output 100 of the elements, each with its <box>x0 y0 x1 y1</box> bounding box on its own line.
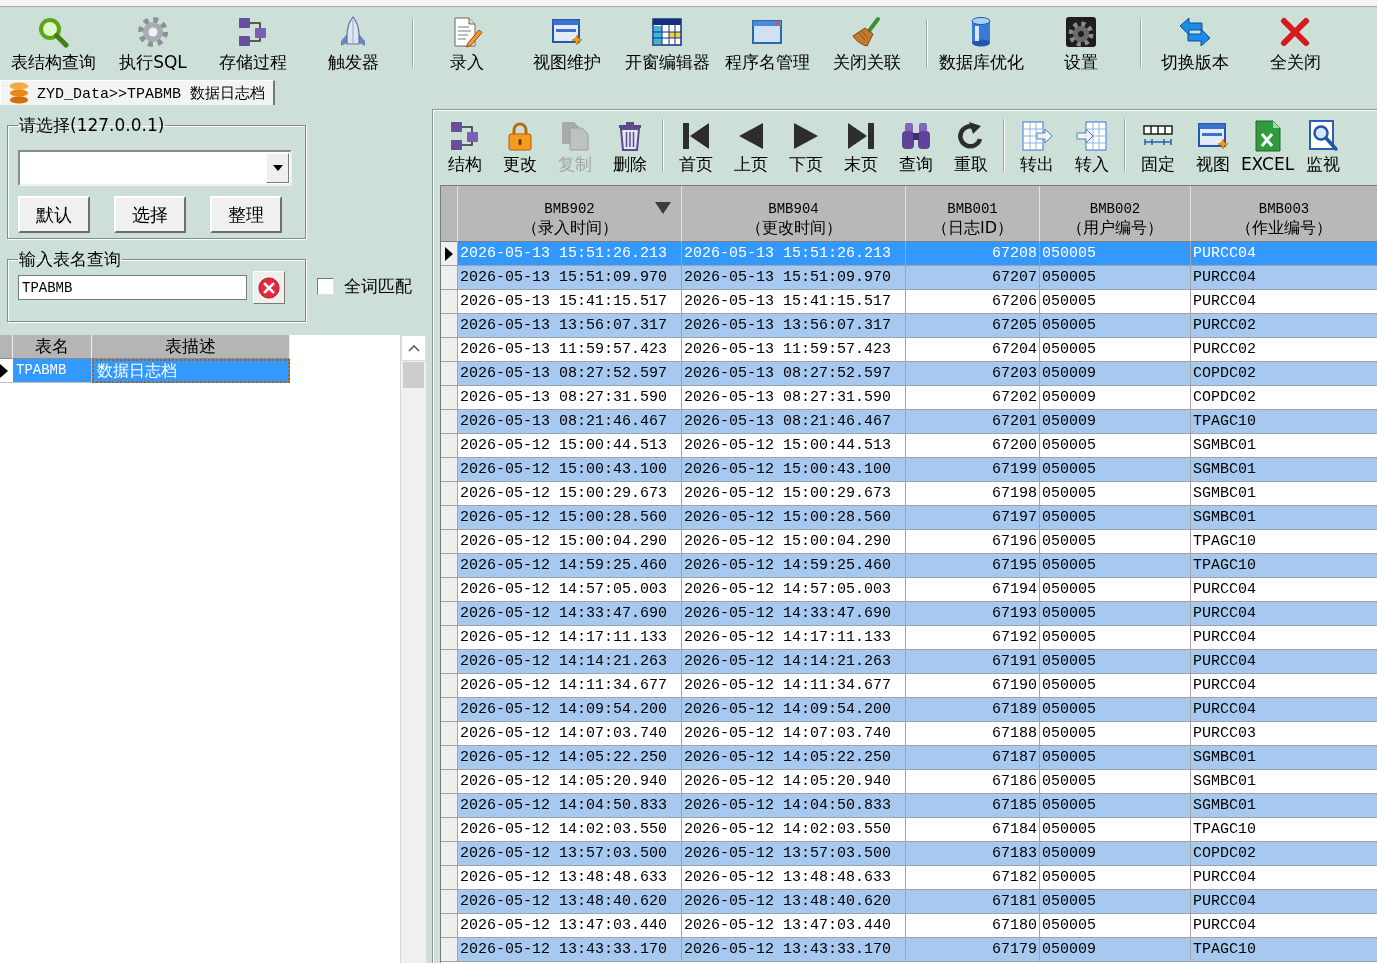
broom-icon <box>851 16 883 48</box>
scroll-thumb[interactable] <box>403 362 424 388</box>
table-row[interactable]: 2026-05-12 14:05:20.940 2026-05-12 14:05:20.940 67186 050005 SGMBC01 <box>441 770 1377 794</box>
table-row[interactable]: 2026-05-12 14:09:54.200 2026-05-12 14:09:54.200 67189 050005 PURCC04 <box>441 698 1377 722</box>
push-button[interactable]: 选择 <box>114 196 186 233</box>
row-header <box>441 674 458 698</box>
table-row[interactable]: 2026-05-12 14:07:03.740 2026-05-12 14:07:03.740 67188 050005 PURCC03 <box>441 722 1377 746</box>
row-header <box>441 818 458 842</box>
table-row[interactable]: 2026-05-12 13:48:40.620 2026-05-12 13:48:40.620 67181 050005 PURCC04 <box>441 890 1377 914</box>
row-header <box>441 938 458 962</box>
toolbar-button[interactable]: 更改 <box>492 113 547 181</box>
table-row[interactable]: 2026-05-12 13:57:03.500 2026-05-12 13:57:03.500 67183 050009 COPDC02 <box>441 842 1377 866</box>
table-row[interactable]: 2026-05-12 14:02:03.550 2026-05-12 14:02:03.550 67184 050005 TPAGC10 <box>441 818 1377 842</box>
toolbar-button[interactable]: 全关闭 <box>1245 7 1345 79</box>
table-row[interactable]: 2026-05-12 14:17:11.133 2026-05-12 14:17:11.133 67192 050005 PURCC04 <box>441 626 1377 650</box>
table-row[interactable]: 2026-05-12 15:00:29.673 2026-05-12 15:00:29.673 67198 050005 SGMBC01 <box>441 482 1377 506</box>
push-button[interactable]: 默认 <box>18 196 90 233</box>
clear-button[interactable] <box>253 271 285 304</box>
table-row[interactable]: 2026-05-12 14:57:05.003 2026-05-12 14:57:05.003 67194 050005 PURCC04 <box>441 578 1377 602</box>
table-row[interactable]: 2026-05-12 14:59:25.460 2026-05-12 14:59:25.460 67195 050005 TPAGC10 <box>441 554 1377 578</box>
column-header[interactable]: BMB001 （日志ID） <box>906 186 1040 242</box>
scrollbar[interactable] <box>400 335 426 963</box>
header-code: BMB904 <box>768 201 819 218</box>
toolbar-button[interactable]: 固定 <box>1130 113 1185 181</box>
table-row[interactable]: 2026-05-12 15:00:44.513 2026-05-12 15:00:44.513 67200 050005 SGMBC01 <box>441 434 1377 458</box>
column-header[interactable]: 表名 <box>13 335 92 359</box>
table-row[interactable]: 2026-05-12 13:48:48.633 2026-05-12 13:48:48.633 67182 050005 PURCC04 <box>441 866 1377 890</box>
toolbar-button[interactable]: 程序名管理 <box>717 7 817 79</box>
column-header[interactable]: BMB002 （用户编号） <box>1040 186 1191 242</box>
toolbar-button[interactable]: 转出 <box>1009 113 1064 181</box>
toolbar-button[interactable]: 关闭关联 <box>817 7 917 79</box>
toolbar-button[interactable]: 录入 <box>417 7 517 79</box>
row-header <box>441 482 458 506</box>
table-row[interactable]: 2026-05-12 14:05:22.250 2026-05-12 14:05:22.250 67187 050005 SGMBC01 <box>441 746 1377 770</box>
toolbar-button[interactable]: 查询 <box>888 113 943 181</box>
table-row[interactable]: 2026-05-13 08:27:31.590 2026-05-13 08:27:31.590 67202 050009 COPDC02 <box>441 386 1377 410</box>
toolbar-button[interactable]: 视图维护 <box>517 7 617 79</box>
toolbar-button[interactable]: EXCEL <box>1240 113 1295 181</box>
toolbar-button[interactable]: 删除 <box>602 113 657 181</box>
flowchart-icon <box>448 120 481 152</box>
spreadsheet-icon <box>651 16 683 48</box>
swap-arrows-icon <box>1179 16 1211 48</box>
table-row[interactable]: 2026-05-12 13:47:03.440 2026-05-12 13:47:03.440 67180 050005 PURCC04 <box>441 914 1377 938</box>
table-row[interactable]: 2026-05-13 11:59:57.423 2026-05-13 11:59:57.423 67204 050005 PURCC02 <box>441 338 1377 362</box>
table-row[interactable]: 2026-05-12 15:00:28.560 2026-05-12 15:00:28.560 67197 050005 SGMBC01 <box>441 506 1377 530</box>
table-row[interactable]: 2026-05-12 15:00:04.290 2026-05-12 15:00:04.290 67196 050005 TPAGC10 <box>441 530 1377 554</box>
group-title: 请选择(127.0.0.1) <box>18 115 166 135</box>
table-row[interactable]: 2026-05-13 08:21:46.467 2026-05-13 08:21:46.467 67201 050009 TPAGC10 <box>441 410 1377 434</box>
table-row[interactable]: 2026-05-12 13:43:33.170 2026-05-12 13:43:33.170 67179 050009 TPAGC10 <box>441 938 1377 962</box>
row-header <box>441 290 458 314</box>
checkbox[interactable] <box>317 277 334 295</box>
row-header <box>441 530 458 554</box>
row-marker-icon <box>0 363 8 378</box>
toolbar-button[interactable]: 表结构查询 <box>3 7 103 79</box>
toolbar-button[interactable]: 切换版本 <box>1145 7 1245 79</box>
toolbar-button[interactable]: 重取 <box>943 113 998 181</box>
row-header <box>441 866 458 890</box>
table-row[interactable]: 2026-05-12 14:33:47.690 2026-05-12 14:33:47.690 67193 050005 PURCC04 <box>441 602 1377 626</box>
toolbar-button[interactable]: 存储过程 <box>203 7 303 79</box>
toolbar-button[interactable]: 末页 <box>833 113 888 181</box>
toolbar-button[interactable]: 开窗编辑器 <box>617 7 717 79</box>
table-row[interactable]: 2026-05-13 08:27:52.597 2026-05-13 08:27:52.597 67203 050009 COPDC02 <box>441 362 1377 386</box>
toolbar-button[interactable]: 设置 <box>1031 7 1131 79</box>
toolbar-button[interactable]: 结构 <box>437 113 492 181</box>
toolbar-button[interactable]: 视图 <box>1185 113 1240 181</box>
toolbar-button[interactable]: 触发器 <box>303 7 403 79</box>
document-tab[interactable]: ZYD_Data>>TPABMB 数据日志档 <box>0 80 276 105</box>
dropdown-button[interactable] <box>266 153 289 183</box>
table-row[interactable]: 2026-05-12 14:04:50.833 2026-05-12 14:04:50.833 67185 050005 SGMBC01 <box>441 794 1377 818</box>
toolbar-button[interactable]: 上页 <box>723 113 778 181</box>
row-header <box>441 458 458 482</box>
column-header[interactable]: BMB904 （更改时间） <box>682 186 906 242</box>
toolbar-button[interactable]: 转入 <box>1064 113 1119 181</box>
column-header[interactable]: BMB902 （录入时间） <box>458 186 682 242</box>
table-row[interactable]: 2026-05-13 15:51:09.970 2026-05-13 15:51:09.970 67207 050005 PURCC04 <box>441 266 1377 290</box>
toolbar-button[interactable]: 执行SQL <box>103 7 203 79</box>
header-caption: （作业编号） <box>1236 218 1332 238</box>
corner-header <box>441 186 458 242</box>
scroll-up-button[interactable] <box>401 335 426 361</box>
row-header <box>441 314 458 338</box>
toolbar-button[interactable]: 监视 <box>1295 113 1350 181</box>
row-header <box>441 746 458 770</box>
table-name-input[interactable]: TPABMB <box>18 275 247 300</box>
table-row[interactable]: 2026-05-12 15:00:43.100 2026-05-12 15:00:43.100 67199 050005 SGMBC01 <box>441 458 1377 482</box>
toolbar-button[interactable]: 首页 <box>668 113 723 181</box>
push-button[interactable]: 整理 <box>210 196 282 233</box>
row-header <box>441 506 458 530</box>
table-row[interactable]: 2026-05-12 14:11:34.677 2026-05-12 14:11:34.677 67190 050005 PURCC04 <box>441 674 1377 698</box>
toolbar-button[interactable]: 下页 <box>778 113 833 181</box>
row-header <box>441 794 458 818</box>
column-header[interactable]: 表描述 <box>92 335 290 359</box>
table-row[interactable]: 2026-05-13 13:56:07.317 2026-05-13 13:56:07.317 67205 050005 PURCC02 <box>441 314 1377 338</box>
toolbar-button[interactable]: 数据库优化 <box>931 7 1031 79</box>
header-code: BMB003 <box>1258 201 1310 218</box>
column-header[interactable]: BMB003 （作业编号） <box>1191 186 1377 242</box>
table-row[interactable]: 2026-05-13 15:41:15.517 2026-05-13 15:41:15.517 67206 050005 PURCC04 <box>441 290 1377 314</box>
checkbox-label[interactable]: 全词匹配 <box>344 276 412 296</box>
row-header <box>441 362 458 386</box>
table-row[interactable]: 2026-05-12 14:14:21.263 2026-05-12 14:14:21.263 67191 050005 PURCC04 <box>441 650 1377 674</box>
row-header <box>441 434 458 458</box>
